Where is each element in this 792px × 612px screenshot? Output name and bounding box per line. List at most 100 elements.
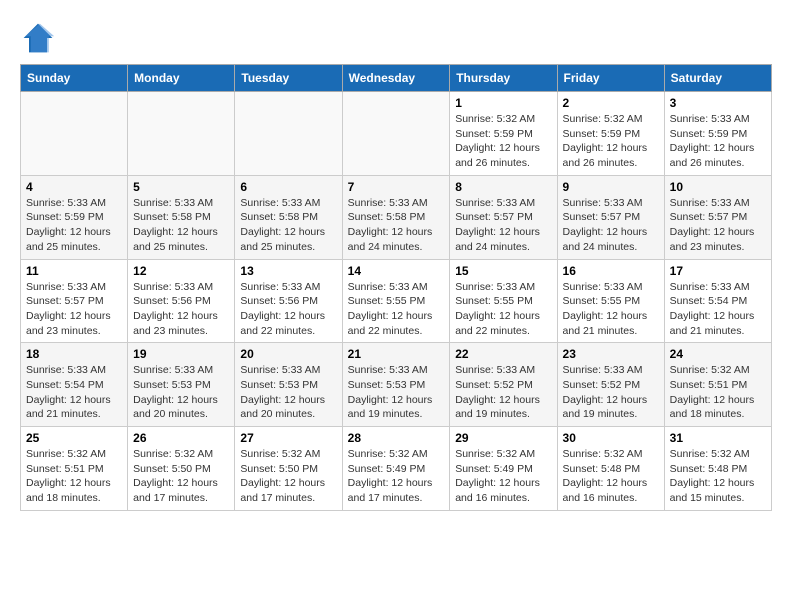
day-number: 27 <box>240 431 336 445</box>
day-number: 12 <box>133 264 229 278</box>
calendar-cell: 28 Sunrise: 5:32 AM Sunset: 5:49 PM Dayli… <box>342 427 450 511</box>
calendar-cell: 15 Sunrise: 5:33 AM Sunset: 5:55 PM Dayli… <box>450 259 557 343</box>
day-info: Sunrise: 5:33 AM Sunset: 5:56 PM Dayligh… <box>240 280 336 339</box>
day-number: 4 <box>26 180 122 194</box>
day-number: 2 <box>563 96 659 110</box>
calendar-cell: 23 Sunrise: 5:33 AM Sunset: 5:52 PM Dayli… <box>557 343 664 427</box>
day-number: 7 <box>348 180 445 194</box>
calendar-cell: 14 Sunrise: 5:33 AM Sunset: 5:55 PM Dayli… <box>342 259 450 343</box>
calendar-cell: 17 Sunrise: 5:33 AM Sunset: 5:54 PM Dayli… <box>664 259 771 343</box>
day-number: 23 <box>563 347 659 361</box>
day-number: 16 <box>563 264 659 278</box>
day-number: 10 <box>670 180 766 194</box>
day-info: Sunrise: 5:32 AM Sunset: 5:48 PM Dayligh… <box>563 447 659 506</box>
logo <box>20 20 60 56</box>
day-number: 17 <box>670 264 766 278</box>
day-number: 6 <box>240 180 336 194</box>
calendar-cell: 30 Sunrise: 5:32 AM Sunset: 5:48 PM Dayli… <box>557 427 664 511</box>
day-info: Sunrise: 5:33 AM Sunset: 5:57 PM Dayligh… <box>455 196 551 255</box>
calendar-cell <box>128 92 235 176</box>
calendar-week-row: 25Sunrise: 5:32 AM Sunset: 5:51 PM Dayli… <box>21 427 772 511</box>
day-info: Sunrise: 5:33 AM Sunset: 5:55 PM Dayligh… <box>348 280 445 339</box>
calendar-header-wednesday: Wednesday <box>342 65 450 92</box>
calendar-cell: 20 Sunrise: 5:33 AM Sunset: 5:53 PM Dayli… <box>235 343 342 427</box>
day-info: Sunrise: 5:33 AM Sunset: 5:57 PM Dayligh… <box>670 196 766 255</box>
calendar-cell: 9 Sunrise: 5:33 AM Sunset: 5:57 PM Daylig… <box>557 175 664 259</box>
day-number: 3 <box>670 96 766 110</box>
calendar-cell: 21 Sunrise: 5:33 AM Sunset: 5:53 PM Dayli… <box>342 343 450 427</box>
day-number: 20 <box>240 347 336 361</box>
day-info: Sunrise: 5:33 AM Sunset: 5:59 PM Dayligh… <box>670 112 766 171</box>
calendar-cell: 1Sunrise: 5:32 AM Sunset: 5:59 PM Daylig… <box>450 92 557 176</box>
logo-icon <box>20 20 56 56</box>
calendar-cell: 10 Sunrise: 5:33 AM Sunset: 5:57 PM Dayli… <box>664 175 771 259</box>
calendar-header-thursday: Thursday <box>450 65 557 92</box>
day-info: Sunrise: 5:32 AM Sunset: 5:59 PM Dayligh… <box>563 112 659 171</box>
calendar-cell: 2 Sunrise: 5:32 AM Sunset: 5:59 PM Daylig… <box>557 92 664 176</box>
day-info: Sunrise: 5:33 AM Sunset: 5:53 PM Dayligh… <box>133 363 229 422</box>
calendar-week-row: 4 Sunrise: 5:33 AM Sunset: 5:59 PM Daylig… <box>21 175 772 259</box>
day-number: 14 <box>348 264 445 278</box>
day-info: Sunrise: 5:33 AM Sunset: 5:52 PM Dayligh… <box>563 363 659 422</box>
calendar-cell <box>21 92 128 176</box>
day-info: Sunrise: 5:33 AM Sunset: 5:56 PM Dayligh… <box>133 280 229 339</box>
calendar-cell: 29 Sunrise: 5:32 AM Sunset: 5:49 PM Dayli… <box>450 427 557 511</box>
calendar-header-row: SundayMondayTuesdayWednesdayThursdayFrid… <box>21 65 772 92</box>
day-number: 9 <box>563 180 659 194</box>
calendar-cell: 12 Sunrise: 5:33 AM Sunset: 5:56 PM Dayli… <box>128 259 235 343</box>
calendar-cell: 25Sunrise: 5:32 AM Sunset: 5:51 PM Dayli… <box>21 427 128 511</box>
day-info: Sunrise: 5:32 AM Sunset: 5:48 PM Dayligh… <box>670 447 766 506</box>
day-info: Sunrise: 5:33 AM Sunset: 5:57 PM Dayligh… <box>563 196 659 255</box>
day-number: 5 <box>133 180 229 194</box>
calendar-cell: 22Sunrise: 5:33 AM Sunset: 5:52 PM Dayli… <box>450 343 557 427</box>
page-header <box>20 20 772 56</box>
day-info: Sunrise: 5:32 AM Sunset: 5:50 PM Dayligh… <box>133 447 229 506</box>
calendar-header-tuesday: Tuesday <box>235 65 342 92</box>
calendar-header-saturday: Saturday <box>664 65 771 92</box>
day-number: 30 <box>563 431 659 445</box>
day-number: 18 <box>26 347 122 361</box>
calendar-header-sunday: Sunday <box>21 65 128 92</box>
day-info: Sunrise: 5:33 AM Sunset: 5:55 PM Dayligh… <box>563 280 659 339</box>
day-number: 24 <box>670 347 766 361</box>
calendar-cell <box>342 92 450 176</box>
day-info: Sunrise: 5:33 AM Sunset: 5:55 PM Dayligh… <box>455 280 551 339</box>
calendar-cell: 7 Sunrise: 5:33 AM Sunset: 5:58 PM Daylig… <box>342 175 450 259</box>
day-number: 21 <box>348 347 445 361</box>
calendar-header-friday: Friday <box>557 65 664 92</box>
day-number: 28 <box>348 431 445 445</box>
day-number: 31 <box>670 431 766 445</box>
calendar-cell: 11 Sunrise: 5:33 AM Sunset: 5:57 PM Dayli… <box>21 259 128 343</box>
calendar-cell: 8 Sunrise: 5:33 AM Sunset: 5:57 PM Daylig… <box>450 175 557 259</box>
day-info: Sunrise: 5:33 AM Sunset: 5:59 PM Dayligh… <box>26 196 122 255</box>
calendar-week-row: 11 Sunrise: 5:33 AM Sunset: 5:57 PM Dayli… <box>21 259 772 343</box>
day-info: Sunrise: 5:33 AM Sunset: 5:54 PM Dayligh… <box>670 280 766 339</box>
day-info: Sunrise: 5:32 AM Sunset: 5:49 PM Dayligh… <box>348 447 445 506</box>
day-number: 11 <box>26 264 122 278</box>
day-number: 29 <box>455 431 551 445</box>
calendar-cell: 27Sunrise: 5:32 AM Sunset: 5:50 PM Dayli… <box>235 427 342 511</box>
calendar-cell: 19Sunrise: 5:33 AM Sunset: 5:53 PM Dayli… <box>128 343 235 427</box>
day-info: Sunrise: 5:33 AM Sunset: 5:53 PM Dayligh… <box>240 363 336 422</box>
day-info: Sunrise: 5:33 AM Sunset: 5:58 PM Dayligh… <box>240 196 336 255</box>
calendar-cell: 18 Sunrise: 5:33 AM Sunset: 5:54 PM Dayli… <box>21 343 128 427</box>
calendar-cell: 5Sunrise: 5:33 AM Sunset: 5:58 PM Daylig… <box>128 175 235 259</box>
day-info: Sunrise: 5:33 AM Sunset: 5:58 PM Dayligh… <box>348 196 445 255</box>
calendar-table: SundayMondayTuesdayWednesdayThursdayFrid… <box>20 64 772 511</box>
calendar-cell: 13Sunrise: 5:33 AM Sunset: 5:56 PM Dayli… <box>235 259 342 343</box>
day-info: Sunrise: 5:33 AM Sunset: 5:53 PM Dayligh… <box>348 363 445 422</box>
day-info: Sunrise: 5:33 AM Sunset: 5:54 PM Dayligh… <box>26 363 122 422</box>
day-number: 1 <box>455 96 551 110</box>
calendar-cell <box>235 92 342 176</box>
calendar-week-row: 18 Sunrise: 5:33 AM Sunset: 5:54 PM Dayli… <box>21 343 772 427</box>
calendar-cell: 16 Sunrise: 5:33 AM Sunset: 5:55 PM Dayli… <box>557 259 664 343</box>
day-number: 15 <box>455 264 551 278</box>
calendar-cell: 3 Sunrise: 5:33 AM Sunset: 5:59 PM Daylig… <box>664 92 771 176</box>
day-number: 8 <box>455 180 551 194</box>
day-number: 22 <box>455 347 551 361</box>
calendar-cell: 24Sunrise: 5:32 AM Sunset: 5:51 PM Dayli… <box>664 343 771 427</box>
calendar-cell: 4 Sunrise: 5:33 AM Sunset: 5:59 PM Daylig… <box>21 175 128 259</box>
day-number: 26 <box>133 431 229 445</box>
day-info: Sunrise: 5:33 AM Sunset: 5:57 PM Dayligh… <box>26 280 122 339</box>
day-info: Sunrise: 5:32 AM Sunset: 5:49 PM Dayligh… <box>455 447 551 506</box>
